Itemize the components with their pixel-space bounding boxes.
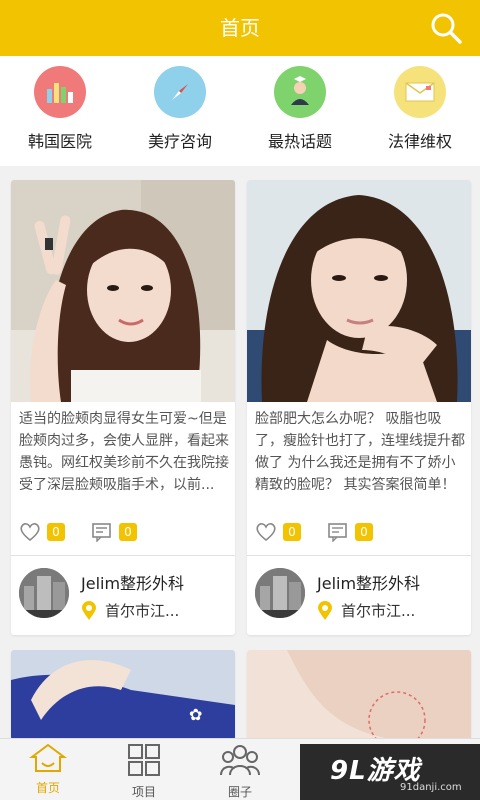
nav-circle[interactable]: 圈子	[192, 743, 288, 800]
quick-link-label: 美疗咨询	[147, 132, 212, 151]
grid-icon	[128, 744, 160, 776]
like-count: 0	[283, 523, 301, 541]
home-icon	[29, 743, 67, 772]
post-photo[interactable]	[11, 180, 235, 402]
watermark-url: 91danji.com	[400, 782, 462, 793]
comment-counter[interactable]: 0	[327, 520, 373, 544]
nav-label: 首页	[35, 781, 60, 795]
quick-links: 韩国医院 美疗咨询 最热话题 法律维权	[0, 56, 480, 166]
like-counter[interactable]: 0	[19, 520, 65, 544]
nav-label: 项目	[131, 785, 156, 799]
quick-link-korean-hospitals[interactable]: 韩国医院	[0, 66, 120, 161]
clinic-location: 首尔市江...	[317, 600, 415, 621]
post-excerpt: 脸部肥大怎么办呢？ 吸脂也吸了，瘦脸针也打了，连埋线提升都做了 为什么我还是拥有…	[255, 411, 465, 493]
quick-link-label: 韩国医院	[27, 132, 92, 151]
divider	[11, 555, 235, 556]
comment-count: 0	[119, 523, 137, 541]
post-photo[interactable]	[247, 650, 471, 740]
group-icon	[220, 745, 260, 776]
comment-icon	[328, 523, 347, 542]
quick-link-hot-topics[interactable]: 最热话题	[240, 66, 360, 161]
location-text: 首尔市江...	[341, 602, 416, 620]
clinic-name[interactable]: Jelim整形外科	[317, 570, 420, 594]
clinic-avatar[interactable]	[255, 568, 305, 618]
post-card[interactable]: 适当的脸颊肉显得女生可爱~但是脸颊肉过多，会使人显胖，看起来愚钝。网红权美珍前不…	[11, 180, 235, 635]
quick-link-legal[interactable]: 法律维权	[360, 66, 480, 161]
clinic-avatar[interactable]	[19, 568, 69, 618]
post-card[interactable]	[247, 650, 471, 740]
comment-count: 0	[355, 523, 373, 541]
quick-link-label: 最热话题	[267, 132, 332, 151]
page-title: 首页	[220, 16, 260, 40]
like-count: 0	[47, 523, 65, 541]
person-icon	[274, 66, 326, 118]
site-watermark: 9L游戏 91danji.com	[300, 744, 480, 800]
comment-counter[interactable]: 0	[91, 520, 137, 544]
post-card[interactable]: 脸部肥大怎么办呢？ 吸脂也吸了，瘦脸针也打了，连埋线提升都做了 为什么我还是拥有…	[247, 180, 471, 635]
heart-icon	[256, 523, 276, 542]
post-stats: 0 0	[255, 520, 463, 544]
bar-chart-icon	[34, 66, 86, 118]
envelope-icon	[394, 66, 446, 118]
post-stats: 0 0	[19, 520, 227, 544]
nav-home[interactable]: 首页	[0, 743, 96, 800]
compass-icon	[154, 66, 206, 118]
svg-text:✿: ✿	[189, 705, 202, 724]
post-photo[interactable]	[247, 180, 471, 402]
location-pin-icon	[318, 600, 332, 620]
post-excerpt: 适当的脸颊肉显得女生可爱~但是脸颊肉过多，会使人显胖，看起来愚钝。网红权美珍前不…	[19, 411, 229, 493]
comment-icon	[92, 523, 111, 542]
search-icon[interactable]	[430, 12, 462, 44]
quick-link-consult[interactable]: 美疗咨询	[120, 66, 240, 161]
post-photo[interactable]: ✿	[11, 650, 235, 740]
quick-link-label: 法律维权	[387, 132, 452, 151]
clinic-name[interactable]: Jelim整形外科	[81, 570, 184, 594]
top-bar: 首页	[0, 0, 480, 56]
heart-icon	[20, 523, 40, 542]
like-counter[interactable]: 0	[255, 520, 301, 544]
nav-label: 圈子	[227, 785, 252, 799]
location-text: 首尔市江...	[105, 602, 180, 620]
nav-projects[interactable]: 项目	[96, 743, 192, 800]
divider	[247, 555, 471, 556]
location-pin-icon	[82, 600, 96, 620]
clinic-location: 首尔市江...	[81, 600, 179, 621]
post-card[interactable]: ✿	[11, 650, 235, 740]
